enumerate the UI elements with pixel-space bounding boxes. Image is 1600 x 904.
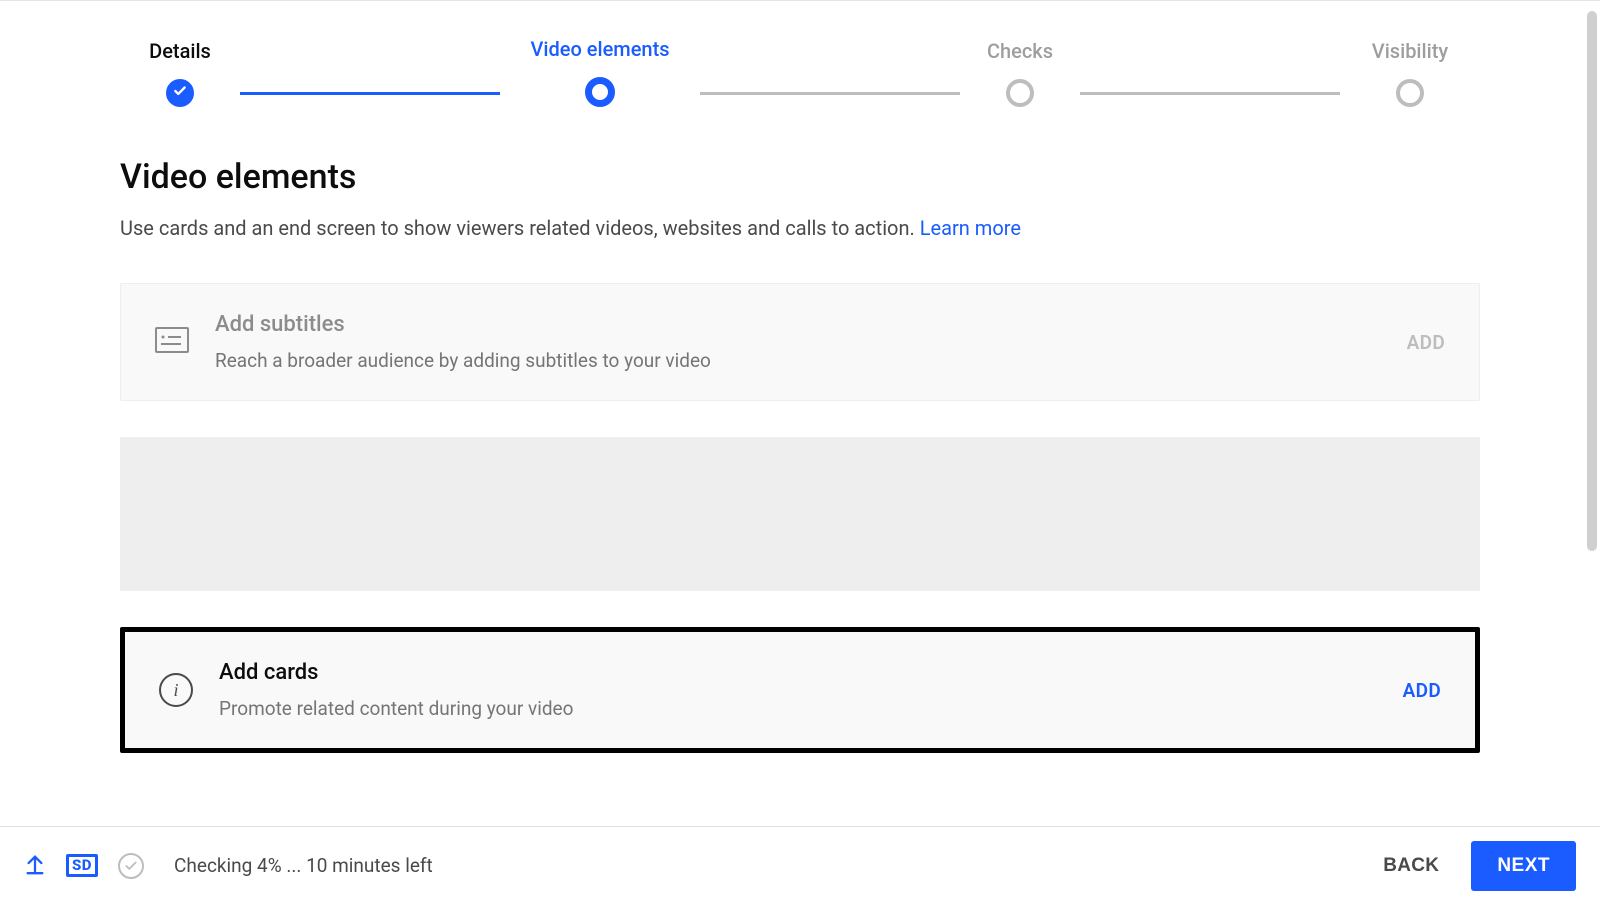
option-cards-title: Add cards xyxy=(219,660,1403,685)
subtitle-text: Use cards and an end screen to show view… xyxy=(120,216,920,240)
back-button[interactable]: BACK xyxy=(1363,845,1459,887)
upload-icon[interactable] xyxy=(24,853,46,879)
stepper-line xyxy=(700,92,960,95)
page-subtitle: Use cards and an end screen to show view… xyxy=(120,213,1480,243)
check-circle-icon xyxy=(118,853,144,879)
step-visibility-dot[interactable] xyxy=(1396,79,1424,107)
footer: SD Checking 4% ... 10 minutes left BACK … xyxy=(0,826,1600,904)
option-add-subtitles: Add subtitles Reach a broader audience b… xyxy=(120,283,1480,401)
option-subtitles-desc: Reach a broader audience by adding subti… xyxy=(215,349,1407,372)
stepper: Details Video elements Checks xyxy=(120,37,1480,107)
next-button[interactable]: NEXT xyxy=(1471,841,1576,891)
step-video-elements-dot[interactable] xyxy=(585,77,615,107)
stepper-line xyxy=(1080,92,1340,95)
step-video-elements-label[interactable]: Video elements xyxy=(530,37,669,61)
placeholder-block xyxy=(120,437,1480,591)
step-checks-label[interactable]: Checks xyxy=(987,39,1053,63)
upload-status-text: Checking 4% ... 10 minutes left xyxy=(174,854,433,877)
add-subtitles-button: ADD xyxy=(1407,331,1445,354)
option-cards-desc: Promote related content during your vide… xyxy=(219,697,1403,720)
info-icon: i xyxy=(159,673,193,707)
add-cards-button[interactable]: ADD xyxy=(1403,679,1441,702)
option-add-cards: i Add cards Promote related content duri… xyxy=(120,627,1480,753)
sd-badge[interactable]: SD xyxy=(66,854,98,877)
page-title: Video elements xyxy=(120,157,1480,197)
checkmark-icon xyxy=(173,84,187,102)
scrollbar-thumb[interactable] xyxy=(1587,11,1597,551)
stepper-line xyxy=(240,92,500,95)
step-visibility-label[interactable]: Visibility xyxy=(1372,39,1448,63)
subtitles-icon xyxy=(155,327,189,357)
option-subtitles-title: Add subtitles xyxy=(215,312,1407,337)
step-checks-dot[interactable] xyxy=(1006,79,1034,107)
learn-more-link[interactable]: Learn more xyxy=(920,216,1021,240)
step-details-label[interactable]: Details xyxy=(149,39,211,63)
step-details-dot[interactable] xyxy=(166,79,194,107)
